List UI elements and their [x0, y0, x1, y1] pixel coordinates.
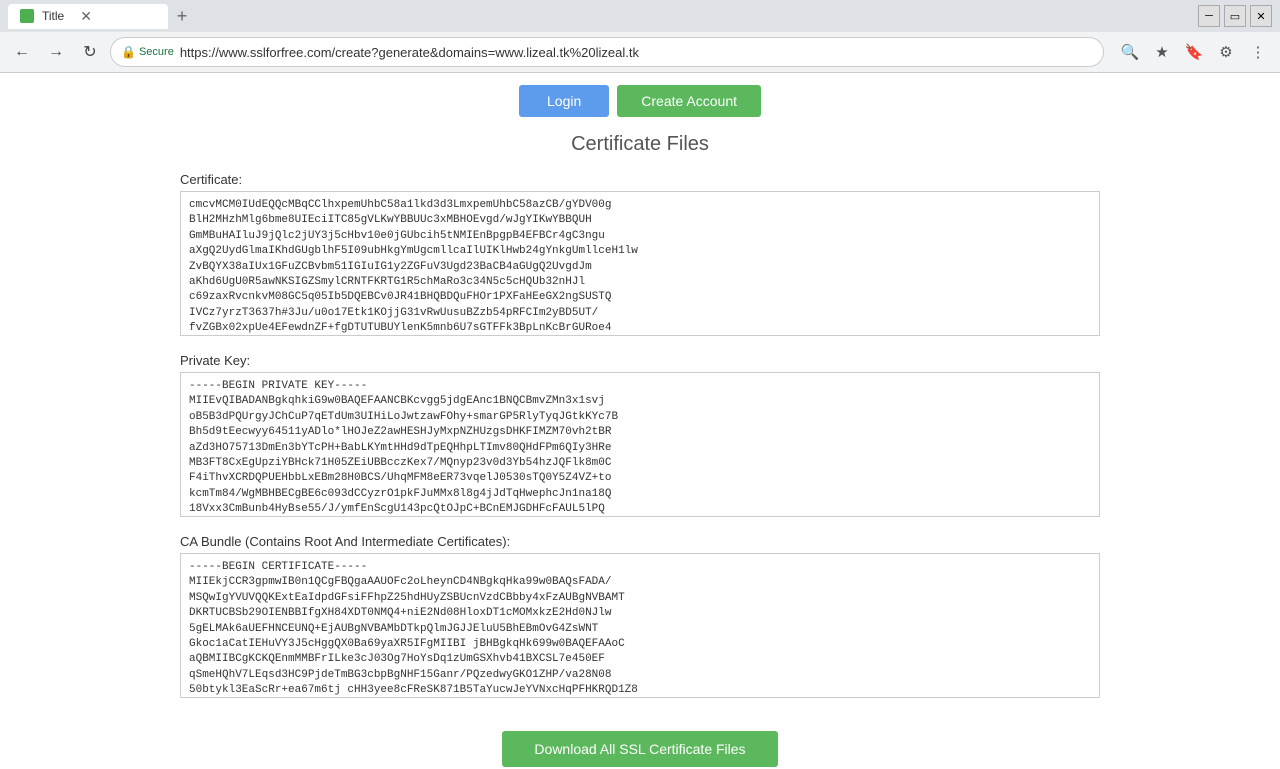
download-button[interactable]: Download All SSL Certificate Files: [502, 731, 777, 767]
restore-button[interactable]: ▭: [1224, 5, 1246, 27]
secure-indicator: 🔒 Secure: [121, 45, 174, 59]
back-button[interactable]: ←: [8, 38, 36, 66]
window-controls: ─ ▭ ✕: [1198, 5, 1272, 27]
private-key-section: Private Key:: [180, 353, 1100, 520]
minimize-button[interactable]: ─: [1198, 5, 1220, 27]
more-tools-button[interactable]: ⋮: [1244, 38, 1272, 66]
ca-bundle-textarea[interactable]: [180, 553, 1100, 698]
top-buttons-section: Login Create Account: [180, 73, 1100, 133]
search-icon-button[interactable]: 🔍: [1116, 38, 1144, 66]
tab-close-button[interactable]: ✕: [80, 8, 92, 25]
page-content: Login Create Account Certificate Files C…: [160, 73, 1120, 769]
ca-bundle-label: CA Bundle (Contains Root And Intermediat…: [180, 534, 1100, 549]
nav-icons: 🔍 ★ 🔖 ⚙ ⋮: [1116, 38, 1272, 66]
close-button[interactable]: ✕: [1250, 5, 1272, 27]
private-key-textarea[interactable]: [180, 372, 1100, 517]
create-account-button[interactable]: Create Account: [617, 85, 761, 117]
browser-chrome: Title ✕ + ─ ▭ ✕ ← → ↻ 🔒 Secure 🔍 ★ 🔖 ⚙ ⋮: [0, 0, 1280, 73]
certificate-files-title: Certificate Files: [180, 133, 1100, 156]
secure-label: Secure: [139, 46, 174, 58]
certificate-section: Certificate:: [180, 172, 1100, 339]
ca-bundle-section: CA Bundle (Contains Root And Intermediat…: [180, 534, 1100, 701]
navigation-bar: ← → ↻ 🔒 Secure 🔍 ★ 🔖 ⚙ ⋮: [0, 32, 1280, 72]
address-input[interactable]: [180, 45, 1093, 60]
bookmark-star-button[interactable]: ★: [1148, 38, 1176, 66]
bookmark-icon-button[interactable]: 🔖: [1180, 38, 1208, 66]
private-key-label: Private Key:: [180, 353, 1100, 368]
certificate-textarea-wrap: [180, 191, 1100, 339]
certificate-textarea[interactable]: [180, 191, 1100, 336]
extensions-button[interactable]: ⚙: [1212, 38, 1240, 66]
address-bar[interactable]: 🔒 Secure: [110, 37, 1104, 67]
reload-button[interactable]: ↻: [76, 38, 104, 66]
download-section: Download All SSL Certificate Files: [180, 715, 1100, 769]
browser-tab[interactable]: Title ✕: [8, 4, 168, 29]
certificate-label: Certificate:: [180, 172, 1100, 187]
private-key-textarea-wrap: [180, 372, 1100, 520]
new-tab-button[interactable]: +: [168, 2, 196, 30]
ca-bundle-textarea-wrap: [180, 553, 1100, 701]
tab-title: Title: [42, 9, 64, 23]
lock-icon: 🔒: [121, 45, 136, 59]
tab-favicon: [20, 9, 34, 23]
forward-button[interactable]: →: [42, 38, 70, 66]
login-button[interactable]: Login: [519, 85, 609, 117]
title-bar: Title ✕ + ─ ▭ ✕: [0, 0, 1280, 32]
